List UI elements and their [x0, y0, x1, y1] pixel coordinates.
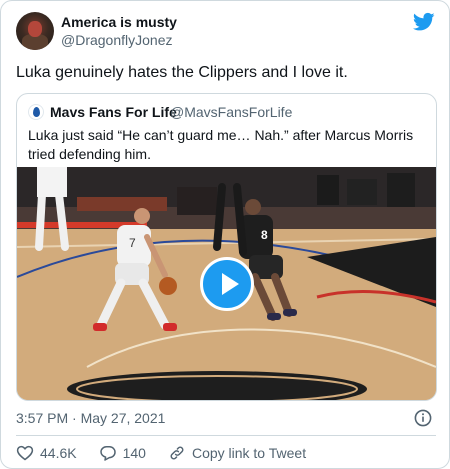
quoted-author-handle[interactable]: @MavsFansForLife — [170, 104, 292, 120]
copy-link-label: Copy link to Tweet — [191, 445, 307, 461]
quoted-author-avatar[interactable] — [28, 104, 44, 120]
tweet-text: Luka genuinely hates the Clippers and I … — [16, 64, 348, 81]
reply-button[interactable]: 140 — [99, 444, 146, 462]
info-icon[interactable] — [414, 409, 432, 427]
author-avatar[interactable] — [16, 12, 54, 50]
quoted-avatar-logo-shape — [33, 107, 40, 117]
embedded-tweet-card: America is musty @DragonflyJonez Luka ge… — [0, 0, 450, 469]
author-display-name[interactable]: America is musty — [61, 14, 177, 30]
jersey-number-right: 8 — [261, 228, 268, 242]
video-thumbnail[interactable]: 7 8 — [17, 167, 436, 400]
author-handle[interactable]: @DragonflyJonez — [61, 32, 173, 48]
reply-bubble-icon — [99, 446, 116, 461]
twitter-bird-icon[interactable] — [413, 12, 435, 32]
quoted-tweet[interactable]: Mavs Fans For Life @MavsFansForLife Luka… — [16, 93, 437, 401]
like-button[interactable]: 44.6K — [16, 444, 77, 462]
heart-icon — [16, 445, 34, 461]
quoted-tweet-text: Luka just said “He can’t guard me… Nah.”… — [28, 127, 414, 162]
divider — [16, 435, 436, 436]
play-icon[interactable] — [200, 257, 254, 311]
play-triangle-shape — [222, 273, 239, 295]
quoted-author-display-name[interactable]: Mavs Fans For Life — [50, 104, 177, 120]
reply-count: 140 — [122, 445, 146, 461]
like-count: 44.6K — [40, 445, 77, 461]
tweet-timestamp[interactable]: 3:57 PM · May 27, 2021 — [16, 410, 165, 426]
jersey-number-left: 7 — [129, 236, 136, 250]
link-icon — [170, 446, 184, 460]
avatar-face-shape — [28, 21, 42, 37]
copy-link-button[interactable]: Copy link to Tweet — [168, 444, 306, 462]
tweet-actions-bar: 44.6K 140 Copy link to Tweet — [16, 443, 328, 463]
